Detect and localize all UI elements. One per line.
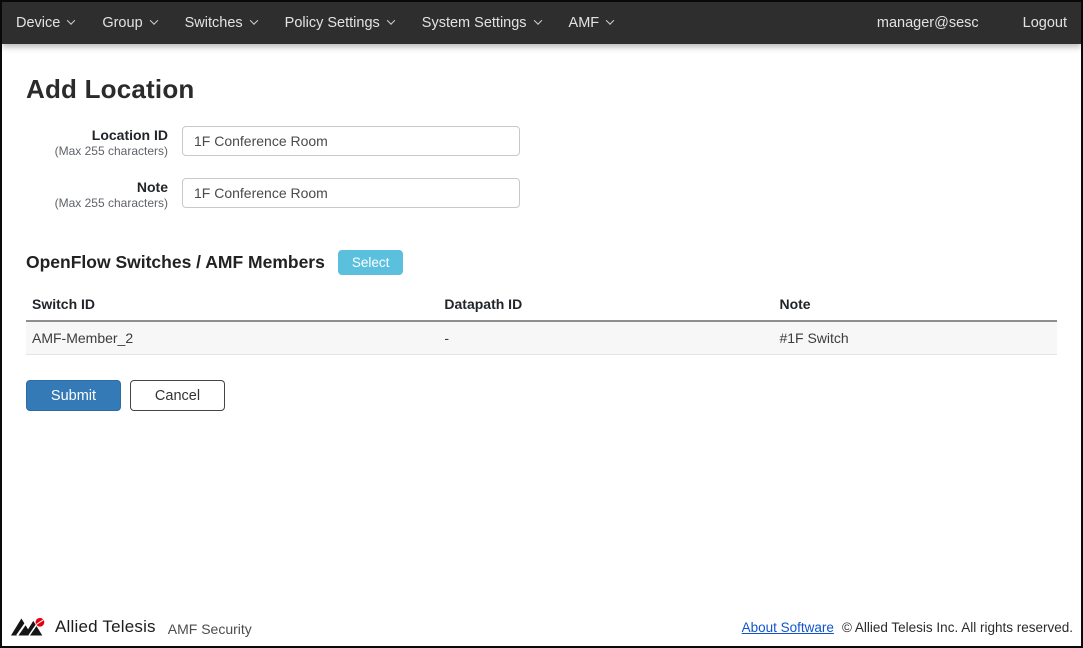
nav-item-label: Group xyxy=(102,15,142,31)
chevron-down-icon xyxy=(67,16,75,24)
chevron-down-icon xyxy=(149,16,157,24)
add-location-form: Location ID (Max 255 characters) Note (M… xyxy=(26,126,1057,211)
copyright-text: © Allied Telesis Inc. All rights reserve… xyxy=(842,620,1073,635)
form-row-location-id: Location ID (Max 255 characters) xyxy=(26,126,1057,159)
chevron-down-icon xyxy=(533,16,541,24)
nav-item-label: Policy Settings xyxy=(285,15,380,31)
about-software-link[interactable]: About Software xyxy=(742,620,834,635)
location-id-input[interactable] xyxy=(182,126,520,156)
chevron-down-icon xyxy=(249,16,257,24)
members-section-title: OpenFlow Switches / AMF Members xyxy=(26,252,325,273)
select-members-button[interactable]: Select xyxy=(338,250,404,275)
logout-button[interactable]: Logout xyxy=(1023,15,1067,31)
brand-name: Allied Telesis xyxy=(55,617,156,637)
logged-in-user: manager@sesc xyxy=(877,15,979,31)
chevron-down-icon xyxy=(387,16,395,24)
note-hint: (Max 255 characters) xyxy=(26,196,168,211)
page-title: Add Location xyxy=(26,74,1057,105)
cell-switch-id: AMF-Member_2 xyxy=(26,321,438,355)
table-row: AMF-Member_2 - #1F Switch xyxy=(26,321,1057,355)
column-header-note: Note xyxy=(773,289,1057,321)
allied-telesis-logo-icon xyxy=(10,615,48,639)
note-label: Note xyxy=(26,179,168,196)
members-table: Switch ID Datapath ID Note AMF-Member_2 … xyxy=(26,289,1057,355)
nav-menu: Device Group Switches Policy Settings Sy… xyxy=(16,15,613,31)
nav-item-label: Device xyxy=(16,15,60,31)
chevron-down-icon xyxy=(606,16,614,24)
main-content: Add Location Location ID (Max 255 charac… xyxy=(2,44,1081,612)
submit-button[interactable]: Submit xyxy=(26,380,121,411)
nav-item-label: AMF xyxy=(569,15,600,31)
nav-item-device[interactable]: Device xyxy=(16,15,74,31)
nav-item-label: System Settings xyxy=(422,15,527,31)
page-footer: Allied Telesis AMF Security About Softwa… xyxy=(2,612,1081,646)
product-name: AMF Security xyxy=(168,618,252,637)
top-navbar: Device Group Switches Policy Settings Sy… xyxy=(2,2,1081,44)
nav-item-label: Switches xyxy=(185,15,243,31)
column-header-switch-id: Switch ID xyxy=(26,289,438,321)
location-id-hint: (Max 255 characters) xyxy=(26,144,168,159)
nav-item-amf[interactable]: AMF xyxy=(569,15,614,31)
cancel-button[interactable]: Cancel xyxy=(130,380,225,411)
form-row-note: Note (Max 255 characters) xyxy=(26,178,1057,211)
table-header-row: Switch ID Datapath ID Note xyxy=(26,289,1057,321)
note-input[interactable] xyxy=(182,178,520,208)
members-section-header: OpenFlow Switches / AMF Members Select xyxy=(26,250,1057,275)
column-header-datapath-id: Datapath ID xyxy=(438,289,773,321)
form-actions: Submit Cancel xyxy=(26,380,1057,411)
nav-item-policy-settings[interactable]: Policy Settings xyxy=(285,15,394,31)
nav-item-switches[interactable]: Switches xyxy=(185,15,257,31)
nav-item-system-settings[interactable]: System Settings xyxy=(422,15,541,31)
cell-note: #1F Switch xyxy=(773,321,1057,355)
location-id-label: Location ID xyxy=(26,127,168,144)
nav-item-group[interactable]: Group xyxy=(102,15,156,31)
cell-datapath-id: - xyxy=(438,321,773,355)
